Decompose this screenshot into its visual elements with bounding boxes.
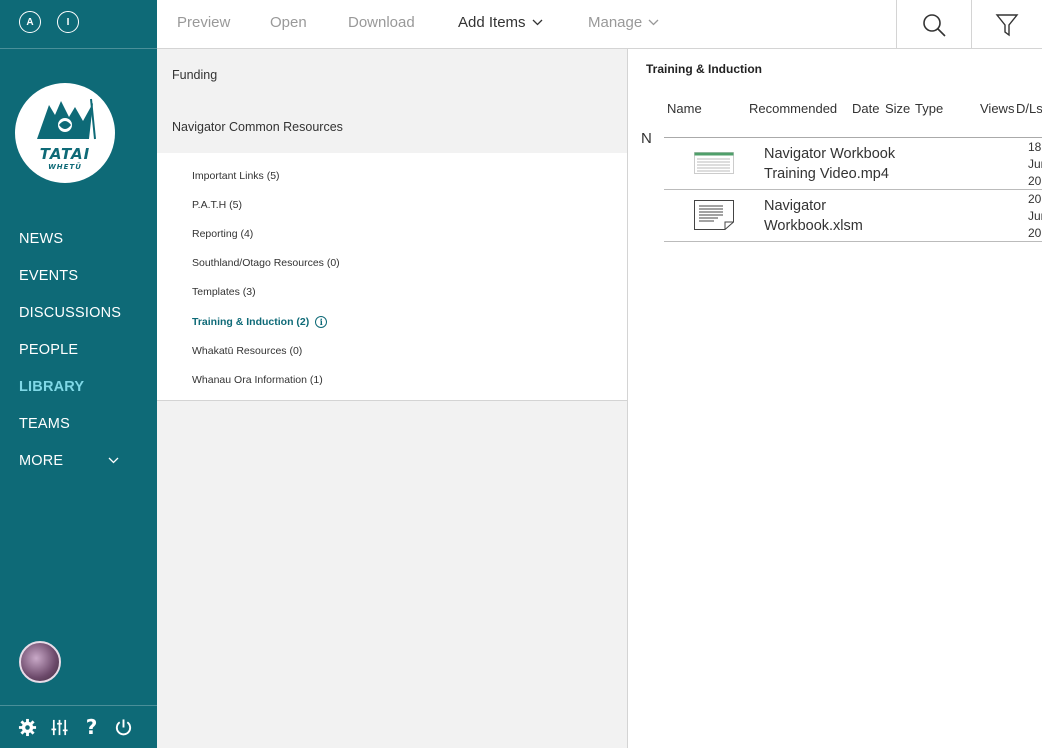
nav-label: MORE — [19, 452, 64, 469]
nav-label: PEOPLE — [19, 341, 79, 358]
subfolder-item[interactable]: P.A.T.H (5) — [157, 190, 627, 219]
sidebar-bottom-bar: ? — [0, 705, 157, 748]
subfolder-item-active[interactable]: Training & Induction (2) i — [157, 307, 627, 336]
file-name-line: Workbook.xlsm — [764, 218, 863, 234]
column-header-recommended[interactable]: Recommended — [749, 101, 837, 116]
nav-label: LIBRARY — [19, 378, 85, 395]
sort-letter: N — [641, 130, 652, 147]
nav-label: NEWS — [19, 230, 64, 247]
nav-label: EVENTS — [19, 267, 79, 284]
date-part: 18 — [1028, 140, 1042, 154]
date-part: Jun — [1028, 209, 1042, 223]
folder-navigator-common-resources[interactable]: Navigator Common Resources — [157, 101, 627, 153]
toolbar: Preview Open Download Add Items Manage — [157, 0, 1042, 49]
filter-button[interactable] — [971, 0, 1042, 49]
file-row[interactable]: Navigator Workbook.xlsm 20 Jun 20 — [664, 190, 1042, 242]
file-name-line: Training Video.mp4 — [764, 166, 889, 182]
chevron-down-icon — [532, 19, 542, 25]
file-row[interactable]: Navigator Workbook Training Video.mp4 18… — [664, 138, 1042, 190]
manage-label: Manage — [588, 13, 643, 31]
top-circle-buttons: A I — [19, 11, 79, 33]
manage-button[interactable]: Manage — [588, 0, 659, 44]
column-header-date[interactable]: Date — [852, 101, 879, 116]
subfolder-item[interactable]: Reporting (4) — [157, 219, 627, 248]
info-button[interactable]: I — [57, 11, 79, 33]
logo-subtext: WHETŪ — [48, 163, 82, 171]
nav-item-discussions[interactable]: DISCUSSIONS — [0, 294, 157, 331]
column-header-type[interactable]: Type — [915, 101, 943, 116]
tatai-whetu-logo[interactable]: TATAI WHETŪ — [15, 83, 115, 183]
file-name-line: Navigator Workbook — [764, 146, 896, 162]
sidebar-divider — [0, 48, 157, 49]
download-button[interactable]: Download — [348, 0, 415, 44]
chevron-down-icon — [108, 457, 119, 464]
preview-button[interactable]: Preview — [177, 0, 230, 44]
column-header-size[interactable]: Size — [885, 101, 910, 116]
help-glyph: ? — [85, 715, 98, 739]
sliders-icon[interactable] — [50, 718, 69, 737]
subfolder-item[interactable]: Important Links (5) — [157, 161, 627, 190]
add-items-label: Add Items — [458, 13, 526, 31]
subfolder-list: Important Links (5) P.A.T.H (5) Reportin… — [157, 153, 627, 401]
nav-label: DISCUSSIONS — [19, 304, 122, 321]
power-icon[interactable] — [114, 718, 133, 737]
info-icon[interactable]: i — [315, 315, 328, 328]
folder-tree-panel: Funding Navigator Common Resources Impor… — [157, 49, 628, 748]
column-header-downloads[interactable]: D/Ls — [1016, 101, 1042, 116]
add-items-button[interactable]: Add Items — [458, 0, 543, 44]
logo-figure-icon — [37, 98, 96, 140]
search-icon — [923, 13, 946, 37]
document-icon — [694, 200, 734, 235]
column-header-name[interactable]: Name — [667, 101, 702, 116]
gear-icon[interactable] — [18, 718, 37, 737]
main-nav: NEWS EVENTS DISCUSSIONS PEOPLE LIBRARY T… — [0, 220, 157, 479]
chevron-down-icon — [648, 19, 659, 25]
nav-item-library[interactable]: LIBRARY — [0, 368, 157, 405]
search-button[interactable] — [896, 0, 971, 49]
user-avatar[interactable] — [19, 641, 61, 683]
subfolder-item[interactable]: Whanau Ora Information (1) — [157, 365, 627, 394]
nav-item-more[interactable]: MORE — [0, 442, 157, 479]
file-name-line: Navigator — [764, 198, 827, 214]
files-panel: Training & Induction Name Recommended Da… — [629, 49, 1042, 748]
nav-item-news[interactable]: NEWS — [0, 220, 157, 257]
help-icon[interactable]: ? — [82, 715, 101, 739]
column-header-views[interactable]: Views — [980, 101, 1014, 116]
nav-item-teams[interactable]: TEAMS — [0, 405, 157, 442]
subfolder-label: Training & Induction (2) — [192, 315, 310, 328]
files-title: Training & Induction — [646, 62, 762, 76]
open-button[interactable]: Open — [270, 0, 307, 44]
sidebar: A I TATAI WHETŪ NEWS EVENTS DISCUSSIONS … — [0, 0, 157, 748]
nav-item-events[interactable]: EVENTS — [0, 257, 157, 294]
file-date: 18 Jun 20 — [1028, 139, 1042, 190]
subfolder-item[interactable]: Southland/Otago Resources (0) — [157, 249, 627, 278]
accessibility-button[interactable]: A — [19, 11, 41, 33]
file-name: Navigator Workbook Training Video.mp4 — [764, 144, 924, 184]
filter-icon — [995, 13, 1019, 36]
file-date: 20 Jun 20 — [1028, 191, 1042, 242]
date-part: 20 — [1028, 192, 1042, 206]
subfolder-item[interactable]: Templates (3) — [157, 278, 627, 307]
subfolder-item[interactable]: Whakatū Resources (0) — [157, 336, 627, 365]
folder-funding[interactable]: Funding — [157, 49, 627, 101]
video-thumbnail — [694, 152, 734, 179]
nav-item-people[interactable]: PEOPLE — [0, 331, 157, 368]
file-name: Navigator Workbook.xlsm — [764, 196, 924, 236]
date-part: 20 — [1028, 226, 1042, 240]
logo-text: TATAI — [39, 145, 91, 163]
date-part: Jun — [1028, 157, 1042, 171]
nav-label: TEAMS — [19, 415, 70, 432]
date-part: 20 — [1028, 174, 1042, 188]
